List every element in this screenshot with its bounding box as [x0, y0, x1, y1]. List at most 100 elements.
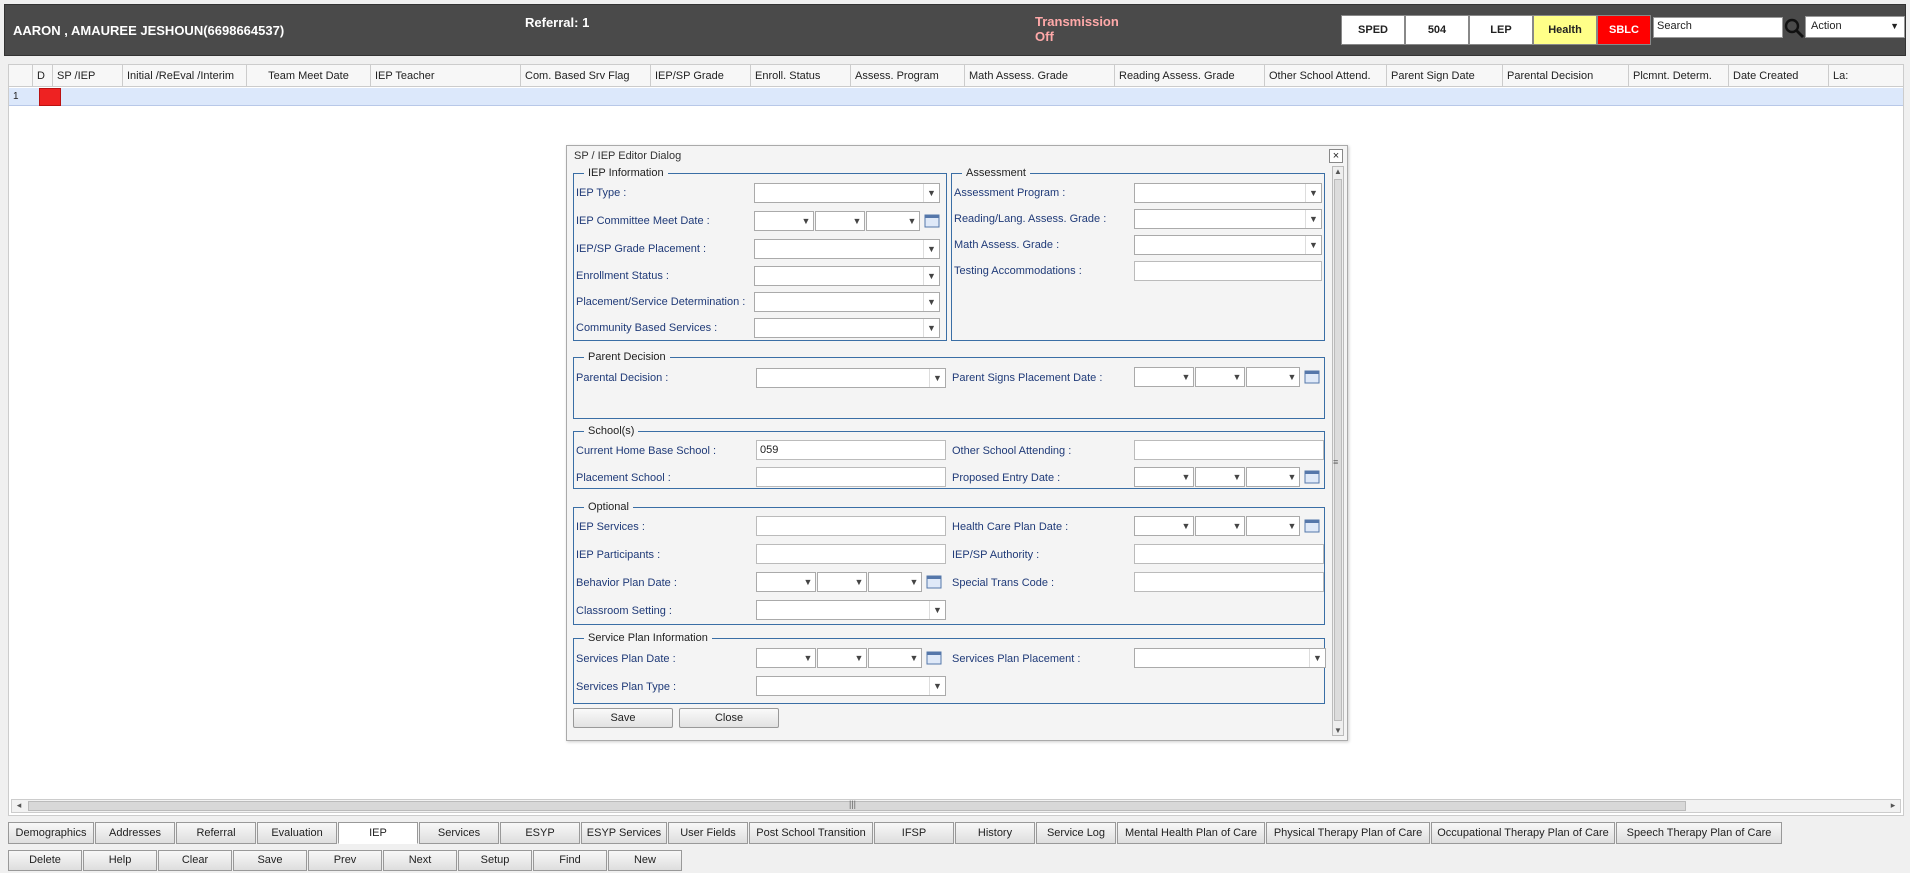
- tab-services[interactable]: Services: [419, 822, 499, 844]
- grid-col-iep-teacher[interactable]: IEP Teacher: [371, 65, 521, 87]
- prev-button[interactable]: Prev: [308, 850, 382, 871]
- day-select[interactable]: ▼: [1195, 367, 1245, 387]
- tab-iep[interactable]: IEP: [338, 822, 418, 844]
- month-select[interactable]: ▼: [1134, 516, 1194, 536]
- flag-health[interactable]: Health: [1533, 15, 1597, 45]
- close-icon[interactable]: ×: [1329, 149, 1343, 163]
- tab-post-school-transition[interactable]: Post School Transition: [749, 822, 873, 844]
- grid-col-reading[interactable]: Reading Assess. Grade: [1115, 65, 1265, 87]
- grid-col-parental-decision[interactable]: Parental Decision: [1503, 65, 1629, 87]
- tab-addresses[interactable]: Addresses: [95, 822, 175, 844]
- placement-school-input[interactable]: [756, 467, 946, 487]
- grid-col-date-created[interactable]: Date Created: [1729, 65, 1829, 87]
- find-button[interactable]: Find: [533, 850, 607, 871]
- grid-col-enroll[interactable]: Enroll. Status: [751, 65, 851, 87]
- grid-col-com-based[interactable]: Com. Based Srv Flag: [521, 65, 651, 87]
- year-select[interactable]: ▼: [866, 211, 920, 231]
- grid-col-team-meet[interactable]: Team Meet Date: [247, 65, 371, 87]
- calendar-icon[interactable]: [926, 574, 942, 589]
- grid-col-plcmnt[interactable]: Plcmnt. Determ.: [1629, 65, 1729, 87]
- enrollment-status-select[interactable]: ▼: [754, 266, 940, 286]
- tab-occupational-therapy-plan[interactable]: Occupational Therapy Plan of Care: [1431, 822, 1615, 844]
- tab-physical-therapy-plan[interactable]: Physical Therapy Plan of Care: [1266, 822, 1430, 844]
- grid-col-initial[interactable]: Initial /ReEval /Interim: [123, 65, 247, 87]
- scrollbar-thumb[interactable]: |||: [28, 799, 1686, 811]
- grid-col-grade[interactable]: IEP/SP Grade: [651, 65, 751, 87]
- horizontal-scrollbar[interactable]: ◂ ||| ▸: [11, 799, 1901, 813]
- new-button[interactable]: New: [608, 850, 682, 871]
- flag-lep[interactable]: LEP: [1469, 15, 1533, 45]
- month-select[interactable]: ▼: [754, 211, 814, 231]
- services-plan-date-picker[interactable]: ▼ ▼ ▼: [756, 648, 946, 668]
- calendar-icon[interactable]: [1304, 518, 1320, 533]
- next-button[interactable]: Next: [383, 850, 457, 871]
- grade-placement-select[interactable]: ▼: [754, 239, 940, 259]
- save-button[interactable]: Save: [573, 708, 673, 728]
- authority-input[interactable]: [1134, 544, 1324, 564]
- month-select[interactable]: ▼: [1134, 467, 1194, 487]
- delete-button[interactable]: Delete: [8, 850, 82, 871]
- day-select[interactable]: ▼: [817, 572, 867, 592]
- year-select[interactable]: ▼: [868, 648, 922, 668]
- iep-type-select[interactable]: ▼: [754, 183, 940, 203]
- day-select[interactable]: ▼: [1195, 467, 1245, 487]
- scroll-left-icon[interactable]: ◂: [12, 800, 26, 812]
- clear-button[interactable]: Clear: [158, 850, 232, 871]
- tab-referral[interactable]: Referral: [176, 822, 256, 844]
- flag-sped[interactable]: SPED: [1341, 15, 1405, 45]
- testing-accommodations-input[interactable]: [1134, 261, 1322, 281]
- reading-grade-select[interactable]: ▼: [1134, 209, 1322, 229]
- iep-services-input[interactable]: [756, 516, 946, 536]
- save-record-button[interactable]: Save: [233, 850, 307, 871]
- parent-signs-date-picker[interactable]: ▼ ▼ ▼: [1134, 367, 1324, 387]
- year-select[interactable]: ▼: [1246, 367, 1300, 387]
- setup-button[interactable]: Setup: [458, 850, 532, 871]
- tab-esyp[interactable]: ESYP: [500, 822, 580, 844]
- action-dropdown[interactable]: Action ▼: [1805, 16, 1905, 38]
- tab-esyp-services[interactable]: ESYP Services: [581, 822, 667, 844]
- flag-504[interactable]: 504: [1405, 15, 1469, 45]
- iep-participants-input[interactable]: [756, 544, 946, 564]
- tab-history[interactable]: History: [955, 822, 1035, 844]
- scroll-down-icon[interactable]: ▼: [1333, 726, 1343, 735]
- tab-speech-therapy-plan[interactable]: Speech Therapy Plan of Care: [1616, 822, 1782, 844]
- parental-decision-select[interactable]: ▼: [756, 368, 946, 388]
- grid-col-sp-iep[interactable]: SP /IEP: [53, 65, 123, 87]
- committee-meet-date-picker[interactable]: ▼ ▼ ▼: [754, 211, 944, 231]
- scroll-up-icon[interactable]: ▲: [1333, 167, 1343, 176]
- placement-determination-select[interactable]: ▼: [754, 292, 940, 312]
- other-school-attending-input[interactable]: [1134, 440, 1324, 460]
- home-base-school-input[interactable]: 059: [756, 440, 946, 460]
- grid-col-assess-program[interactable]: Assess. Program: [851, 65, 965, 87]
- month-select[interactable]: ▼: [1134, 367, 1194, 387]
- help-button[interactable]: Help: [83, 850, 157, 871]
- tab-ifsp[interactable]: IFSP: [874, 822, 954, 844]
- year-select[interactable]: ▼: [1246, 516, 1300, 536]
- grid-col-last[interactable]: La:: [1829, 65, 1859, 87]
- search-input[interactable]: Search: [1653, 17, 1783, 38]
- tab-service-log[interactable]: Service Log: [1036, 822, 1116, 844]
- tab-evaluation[interactable]: Evaluation: [257, 822, 337, 844]
- search-icon[interactable]: [1783, 17, 1805, 39]
- classroom-setting-select[interactable]: ▼: [756, 600, 946, 620]
- community-services-select[interactable]: ▼: [754, 318, 940, 338]
- services-plan-type-select[interactable]: ▼: [756, 676, 946, 696]
- grid-col-other-school[interactable]: Other School Attend.: [1265, 65, 1387, 87]
- delete-flag-cell[interactable]: [39, 88, 61, 106]
- year-select[interactable]: ▼: [868, 572, 922, 592]
- month-select[interactable]: ▼: [756, 648, 816, 668]
- tab-user-fields[interactable]: User Fields: [668, 822, 748, 844]
- behavior-plan-date-picker[interactable]: ▼ ▼ ▼: [756, 572, 946, 592]
- services-plan-placement-select[interactable]: ▼: [1134, 648, 1326, 668]
- table-row[interactable]: 1: [9, 88, 1903, 106]
- calendar-icon[interactable]: [1304, 469, 1320, 484]
- calendar-icon[interactable]: [926, 650, 942, 665]
- calendar-icon[interactable]: [924, 213, 940, 228]
- day-select[interactable]: ▼: [815, 211, 865, 231]
- grid-col-math[interactable]: Math Assess. Grade: [965, 65, 1115, 87]
- scroll-right-icon[interactable]: ▸: [1886, 800, 1900, 812]
- day-select[interactable]: ▼: [1195, 516, 1245, 536]
- grid-col-parent-sign[interactable]: Parent Sign Date: [1387, 65, 1503, 87]
- health-care-plan-date-picker[interactable]: ▼ ▼ ▼: [1134, 516, 1324, 536]
- scrollbar-thumb[interactable]: [1334, 179, 1342, 721]
